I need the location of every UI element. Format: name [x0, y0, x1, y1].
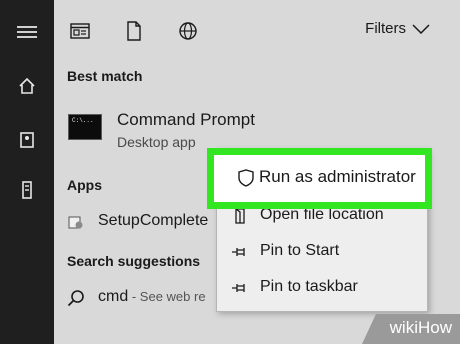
run-as-administrator-label: Run as administrator [259, 167, 416, 186]
best-match-subtitle: Desktop app [117, 134, 196, 150]
command-prompt-icon: C:\... [68, 114, 102, 140]
search-icon [67, 290, 84, 307]
folder-icon [231, 207, 249, 225]
script-file-icon [68, 216, 83, 229]
hamburger-menu-button[interactable] [0, 12, 54, 52]
apps-heading: Apps [67, 177, 102, 193]
run-as-administrator-item[interactable]: Run as administrator [207, 148, 432, 209]
pin-to-start-label: Pin to Start [260, 242, 340, 259]
pin-icon [231, 243, 249, 261]
suggestion-text: cmd - See web re [98, 288, 206, 306]
hamburger-icon [17, 26, 37, 38]
best-match-title: Command Prompt [117, 110, 255, 129]
apps-filter-button[interactable] [67, 18, 93, 44]
device-button[interactable] [0, 170, 54, 210]
documents-icon [20, 132, 34, 148]
web-filter-button[interactable] [175, 18, 201, 44]
documents-button[interactable] [0, 120, 54, 160]
search-filter-bar: Filters [54, 0, 460, 62]
best-match-heading: Best match [67, 68, 143, 84]
search-suggestions-heading: Search suggestions [67, 253, 201, 269]
pin-to-start-item[interactable]: Pin to Start [217, 234, 427, 270]
filters-label: Filters [365, 20, 406, 37]
command-prompt-icon-text: C:\... [72, 117, 94, 124]
pin-to-taskbar-label: Pin to taskbar [260, 278, 358, 295]
device-icon [22, 181, 32, 199]
watermark-logo: wikiHow [390, 318, 452, 338]
apps-window-icon [70, 23, 90, 39]
watermark-text: wikiHow [389, 318, 452, 337]
home-icon [19, 77, 35, 94]
pin-icon [231, 279, 249, 297]
suggestion-query: cmd [98, 288, 129, 305]
globe-icon [179, 22, 197, 40]
document-icon [127, 21, 141, 41]
chevron-down-icon [412, 23, 430, 34]
filters-dropdown[interactable]: Filters [365, 20, 430, 37]
documents-filter-button[interactable] [121, 18, 147, 44]
home-button[interactable] [0, 66, 54, 106]
suggestion-hint: - See web re [128, 289, 206, 304]
pin-to-taskbar-item[interactable]: Pin to taskbar [217, 270, 427, 306]
shield-icon [237, 169, 255, 187]
start-rail [0, 0, 54, 344]
app-result-label: SetupComplete [98, 212, 209, 229]
